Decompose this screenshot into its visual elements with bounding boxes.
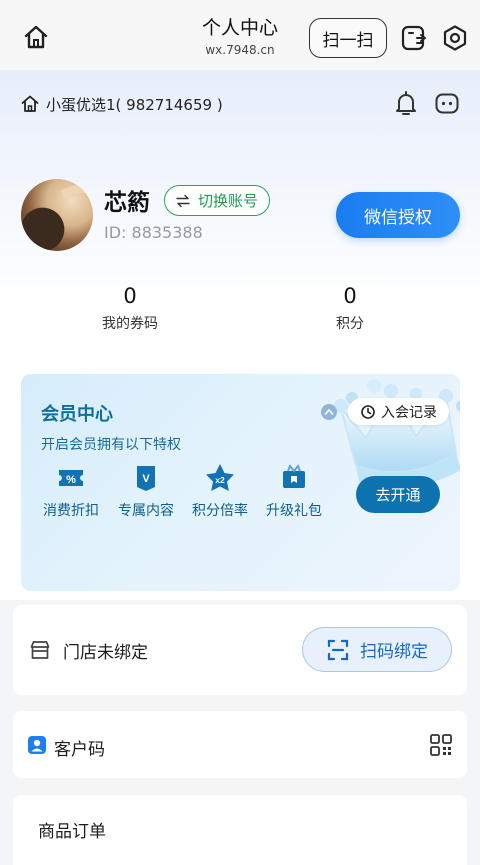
- perk-discount-label: 消费折扣: [43, 503, 99, 519]
- perk-discount[interactable]: % 消费折扣: [31, 462, 111, 520]
- join-membership-button[interactable]: 去开通: [356, 476, 440, 513]
- top-bar: 个人中心 wx.7948.cn 扫一扫: [0, 0, 480, 70]
- store-binding-card: 门店未绑定 扫码绑定: [13, 605, 467, 695]
- perk-upgrade-gift[interactable]: 升级礼包: [254, 462, 334, 520]
- perk-gift-label: 升级礼包: [266, 503, 322, 519]
- page-title-block: 个人中心 wx.7948.cn: [160, 16, 320, 58]
- perk-points-multiplier[interactable]: x2 积分倍率: [180, 462, 260, 520]
- user-badge-icon: [27, 735, 47, 755]
- coupon-count: 0: [123, 284, 137, 308]
- home-icon[interactable]: [20, 21, 52, 53]
- wechat-auth-button[interactable]: 微信授权: [336, 192, 460, 238]
- message-icon[interactable]: [433, 90, 461, 118]
- orders-title: 商品订单: [38, 822, 106, 842]
- customer-code-card[interactable]: 客户码: [13, 711, 467, 778]
- member-center-subtitle: 开启会员拥有以下特权: [41, 437, 181, 453]
- store-home-icon: [20, 94, 40, 114]
- settings-gear-icon[interactable]: [440, 23, 470, 53]
- membership-record-label: 入会记录: [381, 404, 437, 421]
- switch-app-icon[interactable]: [399, 23, 429, 53]
- scan-bind-label: 扫码绑定: [360, 642, 428, 662]
- switch-account-label: 切换账号: [197, 192, 258, 210]
- svg-text:V: V: [142, 473, 150, 485]
- storefront-icon: [29, 639, 51, 661]
- store-selector[interactable]: 小蛋优选1( 982714659 ): [20, 90, 223, 118]
- svg-text:x2: x2: [215, 475, 225, 485]
- username: 芯箹: [104, 190, 150, 216]
- member-center-card: 会员中心 开启会员拥有以下特权 入会记录 % 消费折扣 V 专属内容 x2 积分…: [21, 374, 460, 591]
- chevron-up-icon[interactable]: [321, 404, 337, 420]
- perk-points-label: 积分倍率: [192, 503, 248, 519]
- member-center-title: 会员中心: [41, 404, 113, 425]
- star-x2-icon: x2: [203, 462, 237, 494]
- coupon-label: 我的券码: [102, 316, 158, 332]
- membership-record-button[interactable]: 入会记录: [348, 398, 449, 425]
- perk-exclusive-label: 专属内容: [118, 503, 174, 519]
- coupon-stat[interactable]: 0 我的券码: [70, 284, 190, 333]
- swap-arrows-icon: [176, 194, 190, 208]
- customer-code-label: 客户码: [54, 740, 105, 760]
- page-subtitle: wx.7948.cn: [205, 43, 275, 57]
- orders-card: 商品订单: [13, 795, 467, 865]
- points-count: 0: [343, 284, 357, 308]
- page-title: 个人中心: [201, 17, 278, 39]
- svg-text:%: %: [66, 474, 76, 486]
- gift-icon: [277, 462, 311, 494]
- store-binding-status: 门店未绑定: [63, 643, 148, 663]
- points-label: 积分: [336, 316, 364, 332]
- points-stat[interactable]: 0 积分: [290, 284, 410, 333]
- qr-code-icon[interactable]: [429, 733, 453, 757]
- user-id: ID: 8835388: [104, 223, 203, 242]
- avatar[interactable]: [21, 179, 93, 251]
- clock-history-icon: [360, 404, 376, 420]
- switch-account-button[interactable]: 切换账号: [164, 185, 270, 216]
- discount-icon: %: [54, 462, 88, 494]
- scan-button[interactable]: 扫一扫: [309, 18, 387, 58]
- scan-frame-icon: [326, 638, 350, 662]
- perk-exclusive-content[interactable]: V 专属内容: [106, 462, 186, 520]
- scan-bind-button[interactable]: 扫码绑定: [302, 627, 452, 672]
- vip-badge-icon: V: [129, 462, 163, 494]
- bell-icon[interactable]: [392, 89, 420, 119]
- store-name: 小蛋优选1( 982714659 ): [46, 95, 223, 114]
